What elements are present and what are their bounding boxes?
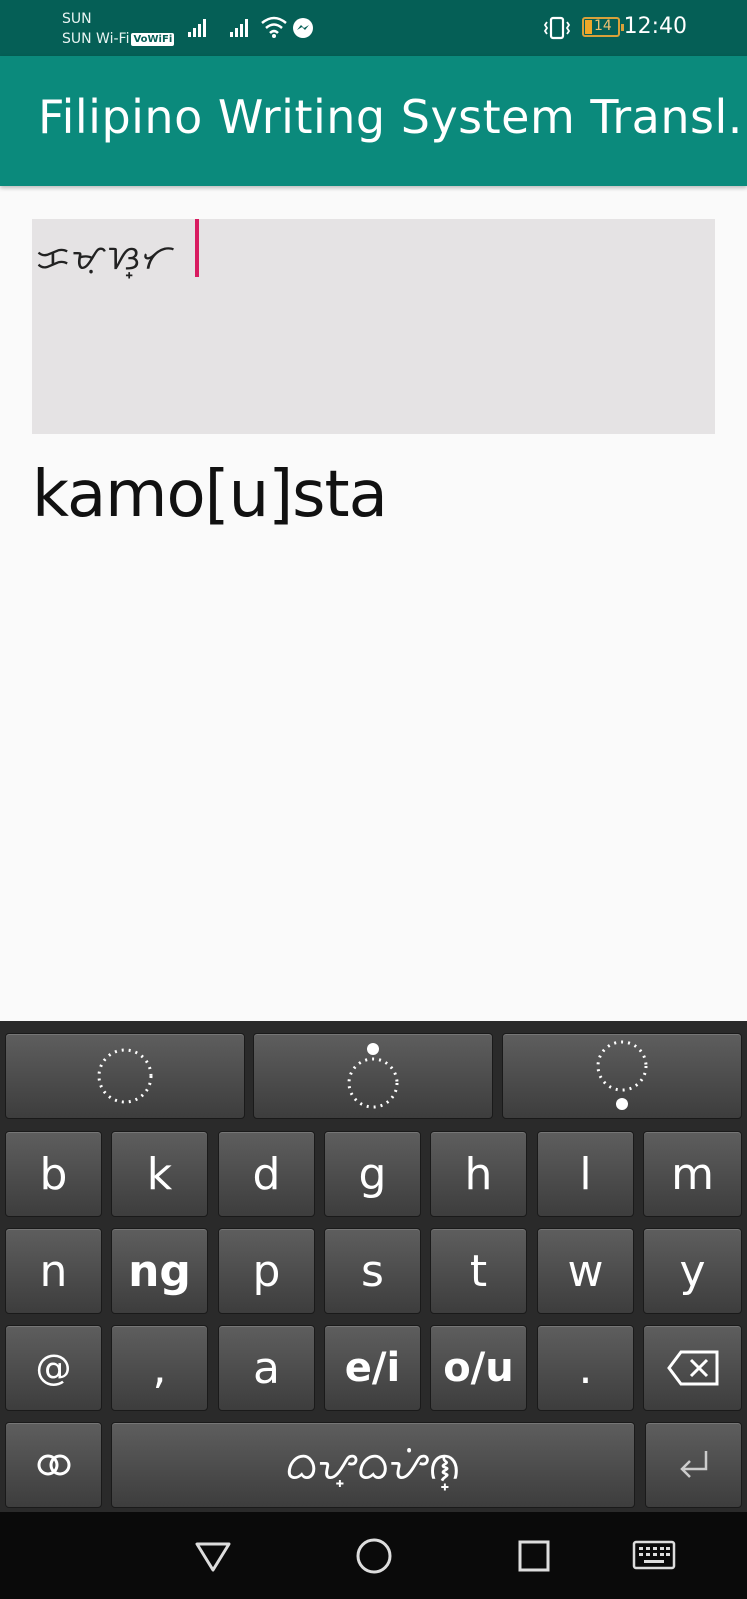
backspace-key[interactable] bbox=[643, 1325, 742, 1411]
key-label: w bbox=[567, 1245, 604, 1297]
key-vowel-ou[interactable]: o/u bbox=[430, 1325, 527, 1411]
recents-icon[interactable] bbox=[514, 1536, 554, 1576]
key-p[interactable]: p bbox=[218, 1228, 315, 1314]
baybayin-input-text: ᜃᜋᜓᜐ᜔ᜆ bbox=[36, 238, 177, 278]
keyboard-icon[interactable] bbox=[632, 1536, 676, 1576]
key-w[interactable]: w bbox=[537, 1228, 634, 1314]
navigation-bar bbox=[0, 1512, 747, 1599]
key-label: . bbox=[578, 1342, 593, 1394]
key-label: l bbox=[579, 1148, 592, 1200]
key-label: h bbox=[464, 1148, 493, 1200]
space-key[interactable]: ᜊᜌ᜔ᜊᜌᜒᜈ᜔ bbox=[111, 1422, 635, 1508]
key-label: p bbox=[252, 1245, 281, 1297]
space-key-label: ᜊᜌ᜔ᜊᜌᜒᜈ᜔ bbox=[285, 1444, 461, 1488]
back-icon[interactable] bbox=[193, 1536, 233, 1576]
link-key[interactable] bbox=[5, 1422, 102, 1508]
status-bar: SUN SUN Wi-Fi VoWiFi 14 12:40 bbox=[0, 0, 747, 56]
vowel-mark-above-key[interactable] bbox=[253, 1033, 493, 1119]
key-label: y bbox=[679, 1245, 706, 1297]
vibrate-icon bbox=[543, 16, 571, 40]
key-h[interactable]: h bbox=[430, 1131, 527, 1217]
signal-icon bbox=[230, 19, 248, 37]
vowel-mark-none-key[interactable] bbox=[5, 1033, 245, 1119]
enter-icon bbox=[679, 1451, 707, 1478]
carrier-line2-text: SUN Wi-Fi bbox=[62, 31, 130, 47]
battery-level: 14 bbox=[594, 18, 612, 34]
key-label: m bbox=[671, 1148, 714, 1200]
key-at[interactable]: @ bbox=[5, 1325, 102, 1411]
carrier-info: SUN SUN Wi-Fi VoWiFi bbox=[62, 9, 175, 49]
carrier-line1: SUN bbox=[62, 11, 92, 27]
carrier-line2: SUN Wi-Fi VoWiFi bbox=[62, 29, 175, 49]
clock: 12:40 bbox=[623, 14, 687, 39]
key-g[interactable]: g bbox=[324, 1131, 421, 1217]
key-label: ng bbox=[128, 1245, 191, 1297]
key-l[interactable]: l bbox=[537, 1131, 634, 1217]
key-label: , bbox=[152, 1342, 167, 1394]
key-n[interactable]: n bbox=[5, 1228, 102, 1314]
key-t[interactable]: t bbox=[430, 1228, 527, 1314]
key-b[interactable]: b bbox=[5, 1131, 102, 1217]
baybayin-keyboard: b k d g h l m n ng p s t w y @ , a e/i o… bbox=[0, 1021, 747, 1512]
key-label: k bbox=[146, 1148, 173, 1200]
key-k[interactable]: k bbox=[111, 1131, 208, 1217]
text-cursor bbox=[195, 219, 199, 277]
key-y[interactable]: y bbox=[643, 1228, 742, 1314]
vowifi-badge: VoWiFi bbox=[131, 33, 175, 46]
key-label: @ bbox=[35, 1347, 72, 1389]
key-label: d bbox=[252, 1148, 281, 1200]
key-vowel-ei[interactable]: e/i bbox=[324, 1325, 421, 1411]
vowel-mark-none-icon bbox=[97, 1048, 153, 1104]
key-label: b bbox=[39, 1148, 68, 1200]
app-title: Filipino Writing System Transl... bbox=[38, 90, 747, 144]
translation-output: kamo[u]sta bbox=[32, 458, 388, 532]
key-comma[interactable]: , bbox=[111, 1325, 208, 1411]
key-s[interactable]: s bbox=[324, 1228, 421, 1314]
key-period[interactable]: . bbox=[537, 1325, 634, 1411]
backspace-icon bbox=[666, 1350, 718, 1386]
key-vowel-a[interactable]: a bbox=[218, 1325, 315, 1411]
key-ng[interactable]: ng bbox=[111, 1228, 208, 1314]
vowel-mark-below-icon bbox=[596, 1040, 648, 1110]
key-label: n bbox=[39, 1245, 68, 1297]
key-label: g bbox=[358, 1148, 387, 1200]
wifi-icon bbox=[261, 16, 287, 38]
vowel-mark-above-icon bbox=[347, 1043, 399, 1109]
key-m[interactable]: m bbox=[643, 1131, 742, 1217]
key-label: t bbox=[469, 1245, 488, 1297]
key-label: o/u bbox=[443, 1345, 514, 1391]
home-icon[interactable] bbox=[354, 1536, 394, 1576]
key-label: s bbox=[361, 1245, 384, 1297]
app-bar: Filipino Writing System Transl... bbox=[0, 56, 747, 186]
signal-icon bbox=[188, 19, 206, 37]
key-d[interactable]: d bbox=[218, 1131, 315, 1217]
key-label: a bbox=[253, 1342, 280, 1394]
enter-key[interactable] bbox=[645, 1422, 742, 1508]
baybayin-input-field[interactable]: ᜃᜋᜓᜐ᜔ᜆ bbox=[32, 219, 715, 434]
vowel-mark-below-key[interactable] bbox=[502, 1033, 742, 1119]
link-icon bbox=[37, 1454, 70, 1476]
battery-icon: 14 bbox=[582, 17, 624, 37]
key-label: e/i bbox=[344, 1345, 401, 1391]
messenger-icon bbox=[293, 18, 313, 38]
